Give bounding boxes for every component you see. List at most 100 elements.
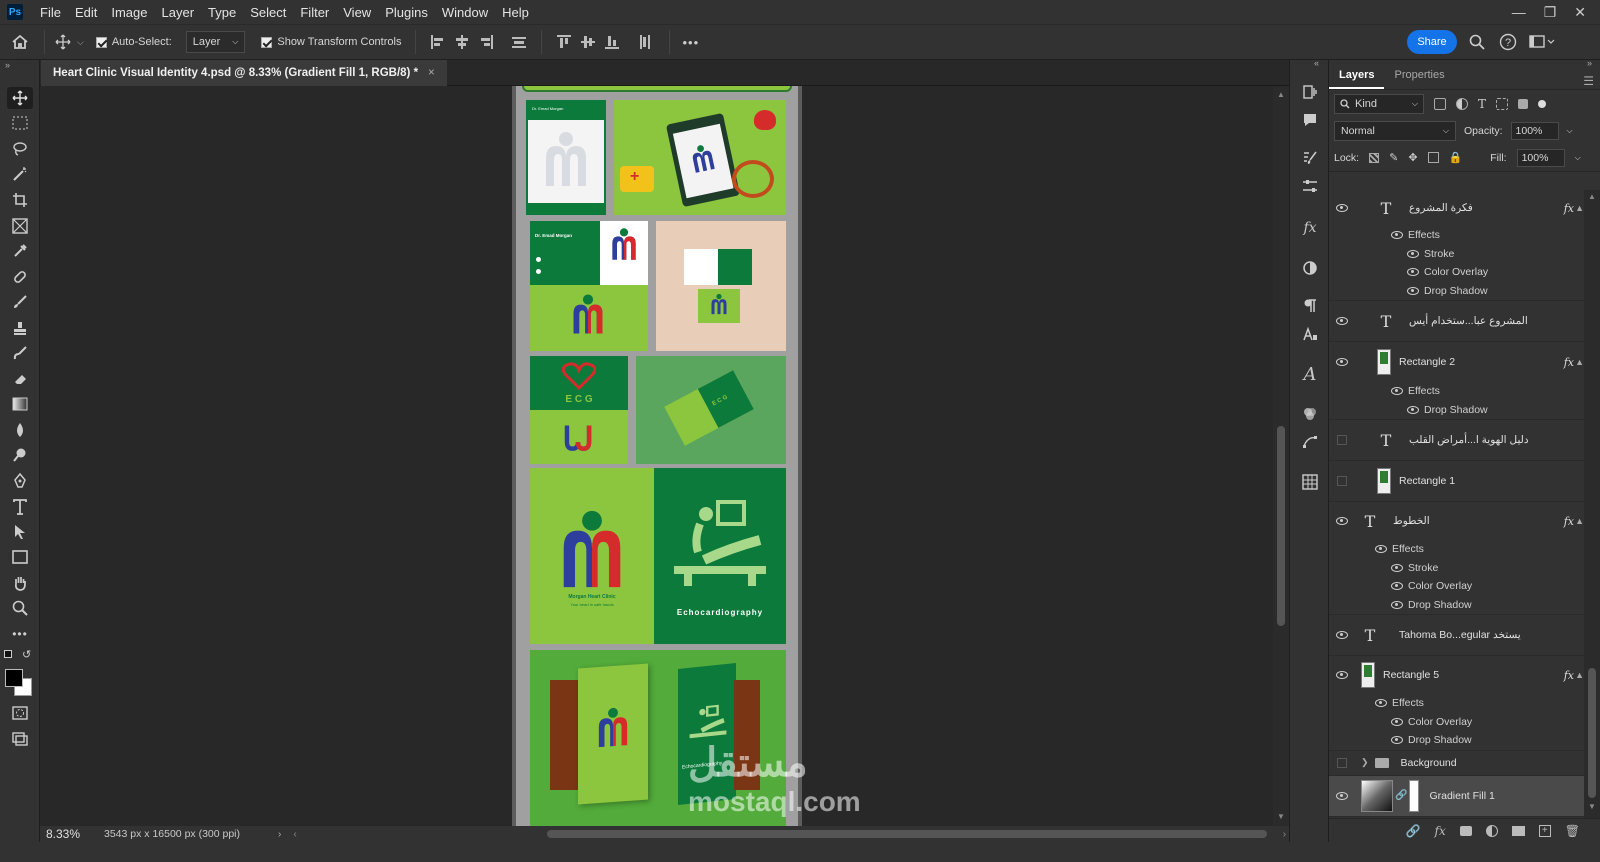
- adjustments-icon[interactable]: [1300, 258, 1320, 278]
- status-expand-icon[interactable]: ›: [278, 829, 281, 840]
- share-button[interactable]: Share: [1407, 30, 1457, 54]
- align-left-icon[interactable]: [431, 35, 445, 49]
- lock-all-icon[interactable]: 🔒: [1449, 151, 1463, 164]
- comments-icon[interactable]: [1300, 110, 1320, 130]
- visibility-toggle[interactable]: [1329, 317, 1355, 325]
- channels-icon[interactable]: [1300, 404, 1320, 424]
- eye-icon[interactable]: [1407, 405, 1419, 414]
- fx-icon[interactable]: fx: [1564, 356, 1574, 369]
- menu-edit[interactable]: Edit: [68, 5, 104, 20]
- expand-group-icon[interactable]: ❯: [1361, 757, 1369, 768]
- opacity-field[interactable]: 100%: [1510, 122, 1559, 140]
- more-options-icon[interactable]: •••: [682, 35, 699, 50]
- align-top-icon[interactable]: [557, 35, 572, 49]
- tab-layers[interactable]: Layers: [1329, 69, 1385, 89]
- home-icon[interactable]: [0, 34, 40, 50]
- eye-icon[interactable]: [1391, 231, 1403, 240]
- eye-icon[interactable]: [1391, 736, 1403, 745]
- search-icon[interactable]: [1469, 34, 1485, 50]
- effect-row[interactable]: Stroke: [1329, 245, 1584, 264]
- visibility-toggle[interactable]: [1329, 204, 1355, 212]
- chevron-down-icon[interactable]: ⌵: [1575, 153, 1581, 163]
- visibility-toggle[interactable]: [1329, 476, 1355, 486]
- filter-pixel-icon[interactable]: [1434, 98, 1446, 110]
- collapse-toolbar-icon[interactable]: »: [5, 60, 10, 70]
- paragraph-icon[interactable]: [1300, 296, 1320, 316]
- history-brush-icon[interactable]: [7, 342, 33, 364]
- distribute-vertical-icon[interactable]: [512, 35, 527, 49]
- help-icon[interactable]: ?: [1499, 33, 1517, 51]
- fill-field[interactable]: 100%: [1516, 148, 1565, 167]
- visibility-toggle[interactable]: [1329, 358, 1355, 366]
- adjustments-sliders-icon[interactable]: [1300, 176, 1320, 196]
- collapse-effects-icon[interactable]: ▲: [1575, 670, 1584, 680]
- fx-icon[interactable]: fx: [1564, 515, 1574, 528]
- healing-brush-icon[interactable]: [7, 266, 33, 288]
- layer-row[interactable]: T Tahoma Bo...egular يستخد: [1329, 615, 1584, 656]
- panel-menu-icon[interactable]: ☰: [1583, 74, 1594, 88]
- lock-image-brush-icon[interactable]: ✎: [1389, 151, 1398, 164]
- visibility-toggle[interactable]: [1329, 517, 1355, 525]
- brush-settings-icon[interactable]: [1300, 148, 1320, 168]
- close-tab-icon[interactable]: ×: [428, 67, 435, 79]
- eye-icon[interactable]: [1407, 249, 1419, 258]
- effect-row[interactable]: Drop Shadow: [1329, 596, 1584, 615]
- history-icon[interactable]: [1300, 82, 1320, 102]
- canvas-area[interactable]: Dr. Emad Morgan + Dr. Emad Morgan E C G …: [40, 86, 1273, 826]
- quick-mask-icon[interactable]: [7, 702, 33, 724]
- type-tool-icon[interactable]: [7, 496, 33, 518]
- link-layers-icon[interactable]: 🔗: [1406, 824, 1421, 838]
- eyedropper-icon[interactable]: [7, 240, 33, 262]
- default-colors-icon[interactable]: [4, 650, 12, 658]
- eye-icon[interactable]: [1391, 387, 1403, 396]
- filter-kind-dropdown[interactable]: Kind ⌵: [1334, 94, 1424, 114]
- scroll-down-icon[interactable]: ▼: [1588, 802, 1596, 811]
- expand-panel-icon[interactable]: »: [1587, 58, 1592, 68]
- brush-icon[interactable]: [7, 291, 33, 313]
- rectangle-shape-icon[interactable]: [7, 546, 33, 568]
- layer-row[interactable]: T الخطوط fx ▲ Effects Stroke Color Overl…: [1329, 502, 1584, 615]
- fx-icon[interactable]: fx: [1564, 669, 1574, 682]
- lock-artboard-icon[interactable]: [1427, 152, 1439, 163]
- document-tab[interactable]: Heart Clinic Visual Identity 4.psd @ 8.3…: [41, 60, 447, 86]
- align-bottom-icon[interactable]: [605, 35, 620, 49]
- zoom-level[interactable]: 8.33%: [40, 827, 88, 841]
- filter-toggle-icon[interactable]: [1538, 100, 1547, 108]
- layers-scrollbar[interactable]: ▲ ▼: [1584, 190, 1600, 818]
- effect-row[interactable]: Stroke: [1329, 559, 1584, 578]
- menu-help[interactable]: Help: [495, 5, 536, 20]
- eye-icon[interactable]: [1391, 563, 1403, 572]
- eye-icon[interactable]: [1407, 286, 1419, 295]
- lock-position-icon[interactable]: ✥: [1408, 151, 1417, 164]
- move-tool-icon[interactable]: [7, 87, 33, 109]
- move-tool-preset-icon[interactable]: [55, 34, 71, 50]
- eye-icon[interactable]: [1407, 268, 1419, 277]
- align-vertical-center-icon[interactable]: [581, 35, 596, 49]
- distribute-horizontal-icon[interactable]: [638, 35, 652, 49]
- magic-wand-icon[interactable]: [7, 163, 33, 185]
- eye-icon[interactable]: [1391, 600, 1403, 609]
- horizontal-scroll-thumb[interactable]: [546, 830, 1267, 838]
- scroll-up-icon[interactable]: ▲: [1277, 90, 1285, 99]
- effect-row[interactable]: Drop Shadow: [1329, 282, 1584, 301]
- layer-row-selected[interactable]: 🔗 Gradient Fill 1: [1329, 775, 1584, 817]
- auto-select-checkbox[interactable]: Auto-Select:: [95, 36, 172, 48]
- libraries-icon[interactable]: [1300, 472, 1320, 492]
- menu-window[interactable]: Window: [435, 5, 495, 20]
- eye-icon[interactable]: [1375, 699, 1387, 708]
- pen-icon[interactable]: [7, 470, 33, 492]
- eye-icon[interactable]: [1391, 717, 1403, 726]
- tab-properties[interactable]: Properties: [1384, 69, 1454, 89]
- screen-mode-icon[interactable]: [7, 728, 33, 750]
- filter-smart-object-icon[interactable]: [1518, 99, 1529, 109]
- layer-row[interactable]: Rectangle 1: [1329, 461, 1584, 502]
- menu-filter[interactable]: Filter: [293, 5, 336, 20]
- align-right-icon[interactable]: [479, 35, 494, 49]
- eye-icon[interactable]: [1391, 582, 1403, 591]
- layer-row[interactable]: Rectangle 2 fx ▲ Effects Drop Shadow: [1329, 342, 1584, 420]
- effect-row[interactable]: Color Overlay: [1329, 577, 1584, 596]
- lock-transparent-icon[interactable]: [1369, 152, 1380, 163]
- vertical-scrollbar[interactable]: ▲ ▼: [1273, 86, 1289, 826]
- layer-row[interactable]: T فكرة المشروع fx ▲ Effects Stroke Color…: [1329, 190, 1584, 301]
- styles-fx-icon[interactable]: fx: [1300, 218, 1320, 238]
